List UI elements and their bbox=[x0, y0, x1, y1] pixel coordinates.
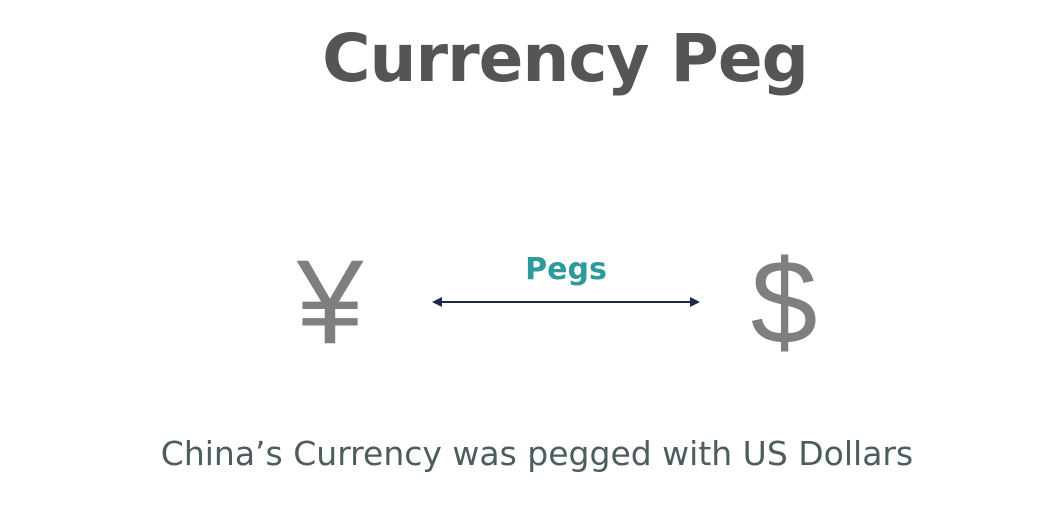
yen-icon: ¥ bbox=[296, 235, 364, 369]
caption: China’s Currency was pegged with US Doll… bbox=[160, 434, 914, 473]
arrow-head-left bbox=[432, 297, 442, 307]
arrow-head-right bbox=[690, 297, 700, 307]
diagram-title: Currency Peg bbox=[322, 20, 809, 97]
diagram-canvas: Currency Peg ¥ Pegs $ China’s Currency w… bbox=[0, 0, 1054, 526]
pegs-label: Pegs bbox=[525, 252, 607, 287]
double-arrow bbox=[432, 297, 700, 307]
dollar-icon: $ bbox=[750, 235, 818, 369]
